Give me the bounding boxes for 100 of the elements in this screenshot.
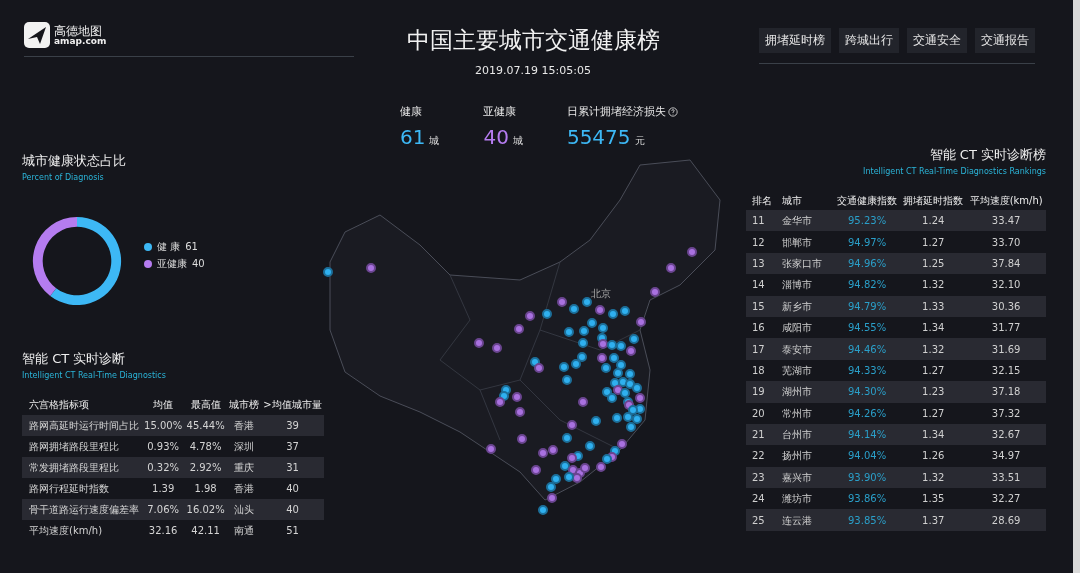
table-cell: 17 — [746, 338, 780, 360]
table-cell: 常州市 — [780, 402, 834, 424]
table-cell: 25 — [746, 509, 780, 531]
table-cell: 20 — [746, 402, 780, 424]
stat-unit: 城 — [429, 134, 440, 148]
table-cell: 93.90% — [834, 466, 901, 489]
column-header: 拥堵延时指数 — [900, 190, 967, 210]
help-icon[interactable] — [667, 106, 678, 117]
table-cell: 23 — [746, 466, 780, 489]
section-title: 智能 CT 实时诊断 — [22, 350, 127, 368]
table-cell: 路网高延时运行时间占比 — [22, 415, 142, 436]
table-cell: 94.55% — [834, 316, 901, 339]
table-cell: 24 — [746, 488, 780, 510]
table-cell: 张家口市 — [780, 252, 834, 275]
table-cell: 湖州市 — [780, 381, 834, 403]
table-cell: 潍坊市 — [780, 488, 834, 510]
table-cell: 1.34 — [900, 316, 967, 339]
section-title: 智能 CT 实时诊断榜 — [929, 146, 1046, 164]
table-cell: 1.27 — [900, 402, 967, 424]
table-cell: 7.06% — [141, 499, 185, 520]
table-cell: 32.67 — [966, 423, 1046, 446]
table-cell: 1.32 — [900, 274, 967, 296]
table-cell: 32.27 — [966, 488, 1046, 510]
table-cell: 连云港 — [780, 509, 834, 531]
table-cell: 1.32 — [900, 338, 967, 360]
section-subtitle: Intelligent CT Real-Time Diagnostics Rankings — [863, 167, 1046, 176]
table-cell: 37.18 — [966, 381, 1046, 403]
table-cell: 94.04% — [834, 445, 901, 467]
table-cell: 15 — [746, 295, 780, 317]
nav-button[interactable]: 交通安全 — [907, 28, 967, 53]
column-header: 交通健康指数 — [834, 190, 901, 210]
column-header: 城市榜 — [226, 394, 262, 415]
table-cell: 31 — [261, 457, 324, 478]
table-cell: 94.30% — [834, 381, 901, 403]
table-cell: 1.34 — [900, 423, 967, 446]
nav-button[interactable]: 交通报告 — [975, 28, 1035, 53]
table-cell: 汕头 — [226, 499, 262, 520]
column-header: 排名 — [746, 190, 780, 210]
table-cell: 1.32 — [900, 466, 967, 489]
table-cell: 重庆 — [226, 457, 262, 478]
table-cell: 常发拥堵路段里程比 — [22, 457, 142, 478]
table-cell: 21 — [746, 423, 780, 446]
legend-value: 40 — [192, 258, 205, 269]
stat-label: 健康 — [400, 104, 422, 119]
table-cell: 邯郸市 — [780, 231, 834, 253]
table-cell: 嘉兴市 — [780, 466, 834, 489]
table-cell: 33.70 — [966, 231, 1046, 253]
table-cell: 31.69 — [966, 338, 1046, 360]
nav-button[interactable]: 跨城出行 — [839, 28, 899, 53]
logo-text: 高德地图 — [54, 24, 103, 37]
table-cell: 台州市 — [780, 423, 834, 446]
table-cell: 1.98 — [184, 478, 227, 499]
table-cell: 16.02% — [184, 499, 227, 520]
section-subtitle: Percent of Diagnosis — [22, 173, 105, 182]
table-cell: 1.35 — [900, 488, 967, 510]
stat-value: 61 — [400, 125, 426, 149]
legend-value: 61 — [185, 241, 198, 252]
table-cell: 新乡市 — [780, 295, 834, 317]
table-cell: 香港 — [226, 478, 262, 499]
table-cell: 40 — [261, 478, 324, 499]
table-cell: 30.36 — [966, 295, 1046, 317]
table-cell: 4.78% — [184, 436, 227, 457]
column-header: 均值 — [141, 394, 185, 415]
table-cell: 37.84 — [966, 252, 1046, 275]
table-cell: 93.85% — [834, 509, 901, 531]
table-cell: 0.93% — [141, 436, 185, 457]
stat-unit: 元 — [634, 134, 645, 148]
table-cell: 22 — [746, 445, 780, 467]
table-cell: 51 — [261, 520, 324, 541]
table-cell: 94.82% — [834, 274, 901, 296]
table-cell: 32.15 — [966, 359, 1046, 382]
table-cell: 94.46% — [834, 338, 901, 360]
table-cell: 1.26 — [900, 445, 967, 467]
table-cell: 94.26% — [834, 402, 901, 424]
table-cell: 45.44% — [184, 415, 227, 436]
stat-unit: 城 — [512, 134, 523, 148]
datetime: 2019.07.19 15:05:05 — [474, 64, 592, 77]
table-cell: 芜湖市 — [780, 359, 834, 382]
table-cell: 1.25 — [900, 252, 967, 275]
section-subtitle: Intelligent CT Real-Time Diagnostics — [22, 371, 167, 380]
table-cell: 路网行程延时指数 — [22, 478, 142, 499]
table-cell: 13 — [746, 252, 780, 275]
table-cell: 42.11 — [184, 520, 227, 541]
table-cell: 1.27 — [900, 359, 967, 382]
table-cell: 40 — [261, 499, 324, 520]
table-cell: 31.77 — [966, 316, 1046, 339]
table-cell: 94.33% — [834, 359, 901, 382]
column-header: >均值城市量 — [261, 394, 324, 415]
table-cell: 94.97% — [834, 231, 901, 253]
table-cell: 95.23% — [834, 210, 901, 232]
table-cell: 1.27 — [900, 231, 967, 253]
nav-button[interactable]: 拥堵延时榜 — [759, 28, 831, 53]
column-header: 平均速度(km/h) — [966, 190, 1046, 210]
table-cell: 94.79% — [834, 295, 901, 317]
table-cell: 扬州市 — [780, 445, 834, 467]
table-cell: 1.23 — [900, 381, 967, 403]
table-cell: 0.32% — [141, 457, 185, 478]
table-cell: 香港 — [226, 415, 262, 436]
scrollbar[interactable] — [1073, 0, 1080, 573]
table-cell: 平均速度(km/h) — [22, 520, 142, 541]
